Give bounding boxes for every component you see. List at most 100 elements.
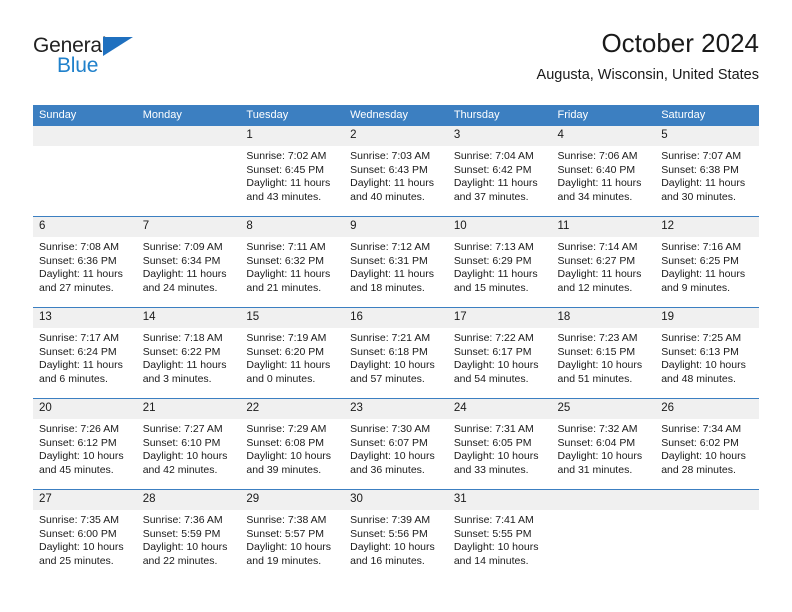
daylight-text: Daylight: 11 hours and 3 minutes. bbox=[142, 359, 227, 385]
sunset-text: Sunset: 6:10 PM bbox=[142, 436, 221, 449]
day-number: 21 bbox=[136, 399, 241, 419]
day-number: 10 bbox=[447, 217, 552, 237]
day-number: 5 bbox=[655, 126, 759, 146]
calendar-day-cell[interactable]: 31 Sunrise: 7:41 AM Sunset: 5:55 PM Dayligh… bbox=[447, 489, 552, 580]
day-number: 31 bbox=[447, 490, 552, 510]
calendar-day-cell[interactable]: 13 Sunrise: 7:17 AM Sunset: 6:24 PM Dayligh… bbox=[33, 307, 137, 399]
weekday-header-friday: Friday bbox=[551, 105, 656, 126]
sunset-text: Sunset: 6:43 PM bbox=[350, 163, 428, 176]
calendar-day-cell[interactable]: 18 Sunrise: 7:23 AM Sunset: 6:15 PM Dayligh… bbox=[551, 307, 656, 399]
day-number: 18 bbox=[551, 308, 656, 328]
calendar-day-cell[interactable]: 29 Sunrise: 7:38 AM Sunset: 5:57 PM Dayligh… bbox=[240, 489, 345, 580]
day-details: Sunrise: 7:22 AM Sunset: 6:17 PM Daylight:… bbox=[448, 328, 552, 386]
sunset-text: Sunset: 6:18 PM bbox=[350, 345, 428, 358]
calendar-day-cell[interactable]: 21 Sunrise: 7:27 AM Sunset: 6:10 PM Dayligh… bbox=[136, 398, 241, 490]
calendar-day-cell[interactable]: 3 Sunrise: 7:04 AM Sunset: 6:42 PM Daylight… bbox=[447, 126, 552, 217]
sunset-text: Sunset: 6:38 PM bbox=[661, 163, 739, 176]
day-details: Sunrise: 7:17 AM Sunset: 6:24 PM Daylight:… bbox=[33, 328, 137, 386]
calendar-day-cell[interactable]: 11 Sunrise: 7:14 AM Sunset: 6:27 PM Dayligh… bbox=[551, 216, 656, 308]
calendar-day-cell[interactable]: 1 Sunrise: 7:02 AM Sunset: 6:45 PM Daylight… bbox=[240, 126, 345, 217]
day-number: 14 bbox=[136, 308, 241, 328]
location-subtitle: Augusta, Wisconsin, United States bbox=[536, 67, 759, 83]
sunrise-text: Sunrise: 7:07 AM bbox=[661, 150, 742, 162]
day-details: Sunrise: 7:14 AM Sunset: 6:27 PM Daylight:… bbox=[552, 237, 656, 295]
day-number: 24 bbox=[447, 399, 552, 419]
day-number: 13 bbox=[33, 308, 137, 328]
day-details: Sunrise: 7:18 AM Sunset: 6:22 PM Daylight:… bbox=[137, 328, 241, 386]
logo-triangle-icon bbox=[103, 37, 133, 56]
daylight-text: Daylight: 10 hours and 25 minutes. bbox=[39, 541, 124, 567]
sunset-text: Sunset: 6:13 PM bbox=[661, 345, 739, 358]
daylight-text: Daylight: 11 hours and 18 minutes. bbox=[350, 268, 434, 294]
calendar-day-cell[interactable]: 4 Sunrise: 7:06 AM Sunset: 6:40 PM Daylight… bbox=[551, 126, 656, 217]
calendar-day-cell[interactable]: 27 Sunrise: 7:35 AM Sunset: 6:00 PM Dayligh… bbox=[33, 489, 137, 580]
day-number bbox=[136, 126, 241, 146]
day-number: 16 bbox=[344, 308, 448, 328]
calendar-day-cell[interactable]: 8 Sunrise: 7:11 AM Sunset: 6:32 PM Daylight… bbox=[240, 216, 345, 308]
sunset-text: Sunset: 6:29 PM bbox=[453, 254, 532, 267]
calendar-day-cell[interactable]: 20 Sunrise: 7:26 AM Sunset: 6:12 PM Dayligh… bbox=[33, 398, 137, 490]
sunrise-text: Sunrise: 7:26 AM bbox=[39, 423, 119, 435]
daylight-text: Daylight: 10 hours and 51 minutes. bbox=[557, 359, 643, 385]
calendar-cell-empty bbox=[136, 126, 241, 217]
calendar-day-cell[interactable]: 9 Sunrise: 7:12 AM Sunset: 6:31 PM Daylight… bbox=[344, 216, 448, 308]
calendar-day-cell[interactable]: 16 Sunrise: 7:21 AM Sunset: 6:18 PM Dayligh… bbox=[344, 307, 448, 399]
generalblue-logo[interactable]: General Blue bbox=[33, 34, 153, 82]
calendar-day-cell[interactable]: 26 Sunrise: 7:34 AM Sunset: 6:02 PM Dayligh… bbox=[655, 398, 759, 490]
calendar-day-cell[interactable]: 12 Sunrise: 7:16 AM Sunset: 6:25 PM Dayligh… bbox=[655, 216, 759, 308]
title-block: October 2024 Augusta, Wisconsin, United … bbox=[537, 26, 759, 86]
daylight-text: Daylight: 11 hours and 24 minutes. bbox=[142, 268, 227, 294]
daylight-text: Daylight: 10 hours and 54 minutes. bbox=[453, 359, 539, 385]
day-details: Sunrise: 7:03 AM Sunset: 6:43 PM Daylight:… bbox=[344, 146, 448, 204]
day-number: 17 bbox=[447, 308, 552, 328]
daylight-text: Daylight: 10 hours and 42 minutes. bbox=[142, 450, 228, 476]
calendar-day-cell[interactable]: 23 Sunrise: 7:30 AM Sunset: 6:07 PM Dayligh… bbox=[344, 398, 448, 490]
sunset-text: Sunset: 6:15 PM bbox=[557, 345, 636, 358]
sunrise-text: Sunrise: 7:12 AM bbox=[350, 241, 431, 253]
calendar-day-cell[interactable]: 25 Sunrise: 7:32 AM Sunset: 6:04 PM Dayligh… bbox=[551, 398, 656, 490]
day-number: 1 bbox=[240, 126, 345, 146]
sunrise-text: Sunrise: 7:06 AM bbox=[557, 150, 638, 162]
day-number: 22 bbox=[240, 399, 345, 419]
calendar-day-cell[interactable]: 2 Sunrise: 7:03 AM Sunset: 6:43 PM Daylight… bbox=[344, 126, 448, 217]
daylight-text: Daylight: 10 hours and 33 minutes. bbox=[453, 450, 539, 476]
day-number: 3 bbox=[447, 126, 552, 146]
day-details: Sunrise: 7:26 AM Sunset: 6:12 PM Daylight:… bbox=[33, 419, 137, 477]
day-number: 28 bbox=[136, 490, 241, 510]
daylight-text: Daylight: 10 hours and 16 minutes. bbox=[350, 541, 435, 567]
day-details: Sunrise: 7:21 AM Sunset: 6:18 PM Daylight:… bbox=[344, 328, 448, 386]
calendar-day-cell[interactable]: 15 Sunrise: 7:19 AM Sunset: 6:20 PM Dayligh… bbox=[240, 307, 345, 399]
calendar-day-cell[interactable]: 30 Sunrise: 7:39 AM Sunset: 5:56 PM Dayligh… bbox=[344, 489, 448, 580]
day-details: Sunrise: 7:13 AM Sunset: 6:29 PM Daylight:… bbox=[448, 237, 552, 295]
calendar-day-cell[interactable]: 14 Sunrise: 7:18 AM Sunset: 6:22 PM Dayligh… bbox=[136, 307, 241, 399]
calendar-cell-empty bbox=[33, 126, 137, 217]
daylight-text: Daylight: 10 hours and 45 minutes. bbox=[39, 450, 124, 476]
sunset-text: Sunset: 6:08 PM bbox=[246, 436, 325, 449]
day-number: 11 bbox=[551, 217, 656, 237]
weekday-header-row: Sunday Monday Tuesday Wednesday Thursday… bbox=[33, 105, 759, 126]
day-details: Sunrise: 7:07 AM Sunset: 6:38 PM Daylight:… bbox=[655, 146, 759, 204]
daylight-text: Daylight: 10 hours and 48 minutes. bbox=[661, 359, 746, 385]
calendar-day-cell[interactable]: 7 Sunrise: 7:09 AM Sunset: 6:34 PM Daylight… bbox=[136, 216, 241, 308]
sunset-text: Sunset: 6:31 PM bbox=[350, 254, 428, 267]
calendar-day-cell[interactable]: 28 Sunrise: 7:36 AM Sunset: 5:59 PM Dayligh… bbox=[136, 489, 241, 580]
sunrise-text: Sunrise: 7:23 AM bbox=[557, 332, 638, 344]
day-details: Sunrise: 7:06 AM Sunset: 6:40 PM Daylight:… bbox=[552, 146, 656, 204]
calendar-week-row: 13 Sunrise: 7:17 AM Sunset: 6:24 PM Dayligh… bbox=[33, 307, 759, 399]
day-number: 2 bbox=[344, 126, 448, 146]
sunset-text: Sunset: 6:04 PM bbox=[557, 436, 636, 449]
daylight-text: Daylight: 10 hours and 57 minutes. bbox=[350, 359, 435, 385]
calendar-day-cell[interactable]: 17 Sunrise: 7:22 AM Sunset: 6:17 PM Dayligh… bbox=[447, 307, 552, 399]
calendar-table: Sunday Monday Tuesday Wednesday Thursday… bbox=[33, 105, 759, 580]
daylight-text: Daylight: 11 hours and 27 minutes. bbox=[39, 268, 123, 294]
calendar-day-cell[interactable]: 22 Sunrise: 7:29 AM Sunset: 6:08 PM Dayligh… bbox=[240, 398, 345, 490]
calendar-day-cell[interactable]: 24 Sunrise: 7:31 AM Sunset: 6:05 PM Dayligh… bbox=[447, 398, 552, 490]
day-details: Sunrise: 7:30 AM Sunset: 6:07 PM Daylight:… bbox=[344, 419, 448, 477]
calendar-day-cell[interactable]: 6 Sunrise: 7:08 AM Sunset: 6:36 PM Daylight… bbox=[33, 216, 137, 308]
sunrise-text: Sunrise: 7:38 AM bbox=[246, 514, 327, 526]
calendar-day-cell[interactable]: 5 Sunrise: 7:07 AM Sunset: 6:38 PM Daylight… bbox=[655, 126, 759, 217]
sunset-text: Sunset: 6:00 PM bbox=[39, 527, 117, 540]
sunrise-text: Sunrise: 7:09 AM bbox=[142, 241, 223, 253]
calendar-day-cell[interactable]: 10 Sunrise: 7:13 AM Sunset: 6:29 PM Dayligh… bbox=[447, 216, 552, 308]
calendar-day-cell[interactable]: 19 Sunrise: 7:25 AM Sunset: 6:13 PM Dayligh… bbox=[655, 307, 759, 399]
